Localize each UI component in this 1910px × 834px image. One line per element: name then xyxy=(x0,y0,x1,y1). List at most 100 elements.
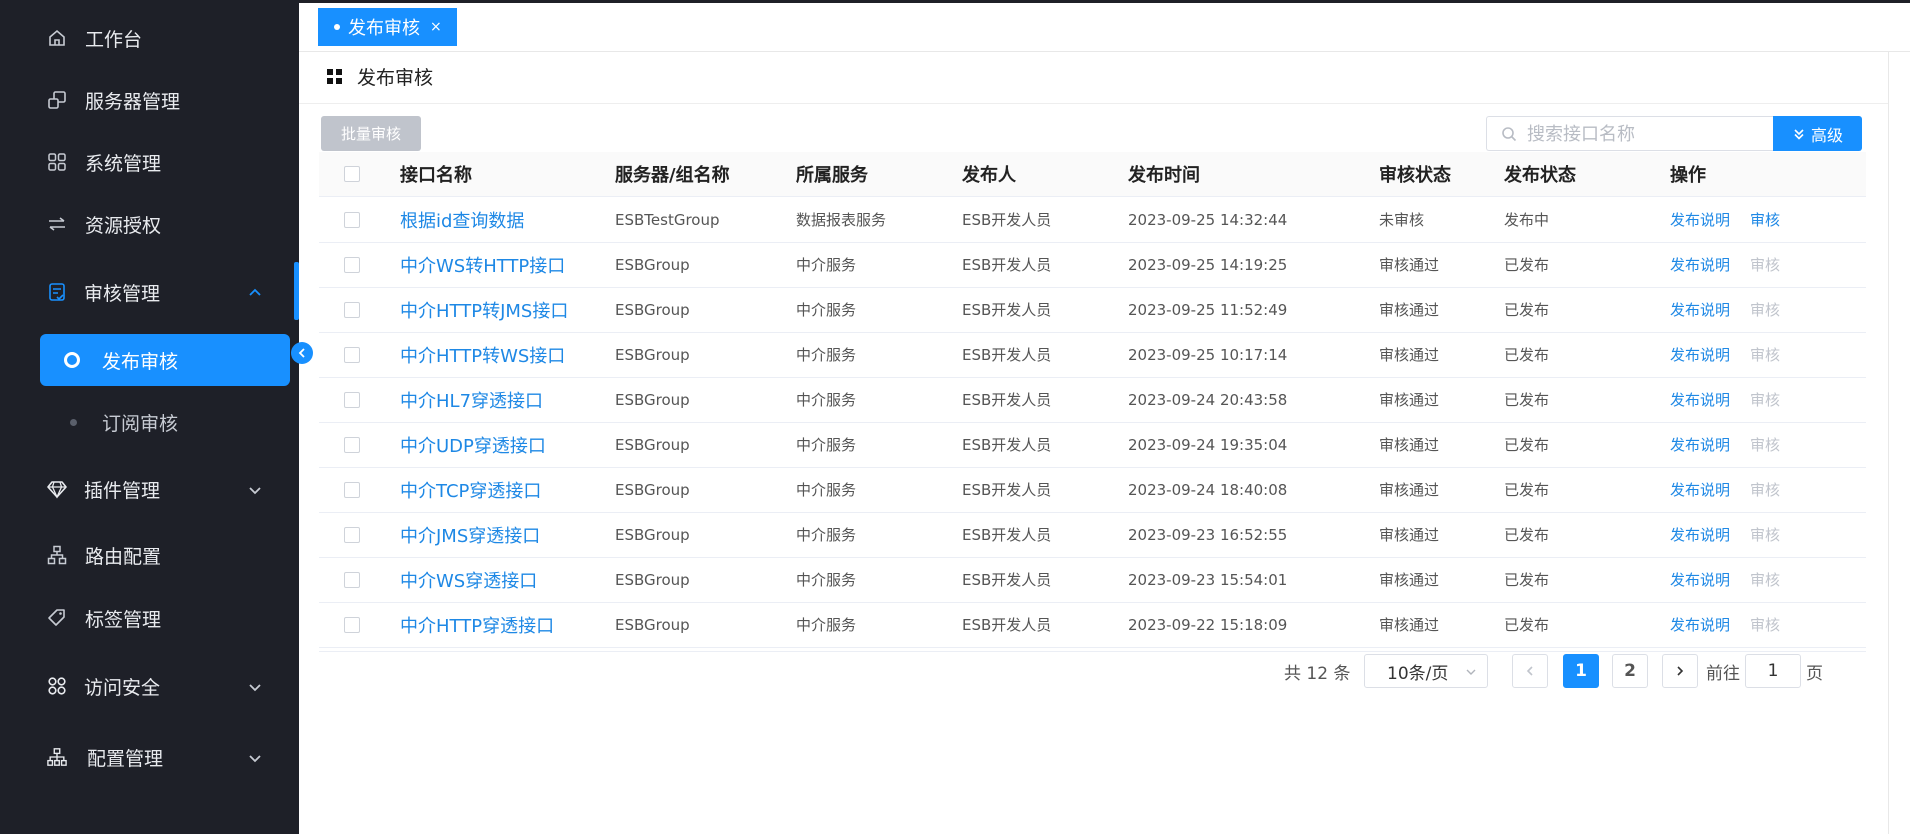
page-size-select[interactable]: 10条/页 xyxy=(1364,654,1488,688)
cell-interface-name[interactable]: 中介HL7穿透接口 xyxy=(400,377,543,422)
cell-interface-name[interactable]: 中介UDP穿透接口 xyxy=(400,422,546,467)
page-size-value: 10条/页 xyxy=(1387,663,1449,684)
tab-close-icon[interactable]: × xyxy=(430,19,442,35)
cell-audit-status: 审核通过 xyxy=(1379,571,1440,589)
cell-publish-time: 2023-09-23 16:52:55 xyxy=(1128,525,1288,544)
publish-note-link[interactable]: 发布说明 xyxy=(1670,287,1730,332)
cell-interface-name[interactable]: 中介HTTP转JMS接口 xyxy=(400,287,568,332)
next-page-button[interactable] xyxy=(1662,654,1698,688)
sidebar-item-config[interactable]: 配置管理 xyxy=(0,737,299,777)
sidebar-item-security[interactable]: 访问安全 xyxy=(0,666,299,706)
publish-note-link[interactable]: 发布说明 xyxy=(1670,602,1730,647)
sidebar-item-audit[interactable]: 审核管理 xyxy=(0,272,299,312)
header-publish-status[interactable]: 发布状态 xyxy=(1504,152,1576,196)
row-checkbox[interactable] xyxy=(344,346,360,363)
page-suffix: 页 xyxy=(1806,663,1823,684)
header-interface-name[interactable]: 接口名称 xyxy=(400,152,472,196)
bullet-icon xyxy=(70,418,77,426)
publish-note-link[interactable]: 发布说明 xyxy=(1670,422,1730,467)
cell-interface-name[interactable]: 中介TCP穿透接口 xyxy=(400,467,541,512)
header-publish-time[interactable]: 发布时间 xyxy=(1128,152,1200,196)
publish-note-link[interactable]: 发布说明 xyxy=(1670,197,1730,242)
goto-page-input[interactable]: 1 xyxy=(1745,654,1801,688)
sidebar-collapse-button[interactable] xyxy=(291,342,313,364)
page-button-1[interactable]: 1 xyxy=(1563,654,1599,688)
row-checkbox[interactable] xyxy=(344,481,360,498)
row-checkbox[interactable] xyxy=(344,571,360,588)
sidebar-subitem-subscribe-audit[interactable]: 订阅审核 xyxy=(40,396,290,448)
table-row: 中介WS转HTTP接口 ESBGroup 中介服务 ESB开发人员 2023-09-25… xyxy=(319,242,1866,288)
cell-service: 中介服务 xyxy=(796,481,857,499)
cell-publisher: ESB开发人员 xyxy=(962,616,1052,634)
publish-note-link[interactable]: 发布说明 xyxy=(1670,557,1730,602)
row-checkbox[interactable] xyxy=(344,616,360,633)
row-checkbox[interactable] xyxy=(344,301,360,318)
header-audit-status[interactable]: 审核状态 xyxy=(1379,152,1451,196)
sidebar-item-workbench[interactable]: 工作台 xyxy=(0,18,299,58)
server-icon xyxy=(47,90,67,110)
cell-publisher: ESB开发人员 xyxy=(962,301,1052,319)
publish-note-link[interactable]: 发布说明 xyxy=(1670,332,1730,377)
pagination-total: 共 12 条 xyxy=(1284,663,1351,684)
cell-publish-time: 2023-09-25 11:52:49 xyxy=(1128,300,1288,319)
sidebar-item-server[interactable]: 服务器管理 xyxy=(0,80,299,120)
publish-note-link[interactable]: 发布说明 xyxy=(1670,377,1730,422)
sidebar-item-tag[interactable]: 标签管理 xyxy=(0,598,299,638)
cell-interface-name[interactable]: 中介HTTP转WS接口 xyxy=(400,332,565,377)
publish-note-link[interactable]: 发布说明 xyxy=(1670,242,1730,287)
scrollbar-track xyxy=(1888,51,1889,834)
tab-dot-icon xyxy=(334,24,340,30)
advanced-search-button[interactable]: 高级 xyxy=(1773,116,1862,151)
sidebar-item-resource[interactable]: 资源授权 xyxy=(0,204,299,244)
row-checkbox[interactable] xyxy=(344,526,360,543)
cell-service: 中介服务 xyxy=(796,616,857,634)
table-row: 中介TCP穿透接口 ESBGroup 中介服务 ESB开发人员 2023-09-24 1… xyxy=(319,467,1866,513)
cell-publish-status: 发布中 xyxy=(1504,211,1550,229)
audit-link: 审核 xyxy=(1750,301,1781,319)
table-bottom-border xyxy=(319,651,1866,652)
table-row: 中介WS穿透接口 ESBGroup 中介服务 ESB开发人员 2023-09-23 15… xyxy=(319,557,1866,603)
cell-publish-time: 2023-09-25 14:32:44 xyxy=(1128,210,1288,229)
cell-publisher: ESB开发人员 xyxy=(962,391,1052,409)
sidebar-item-label: 审核管理 xyxy=(84,282,161,305)
chevron-down-icon xyxy=(1466,669,1476,675)
audit-link: 审核 xyxy=(1750,481,1781,499)
cell-server-group: ESBGroup xyxy=(615,300,690,319)
page-button-2[interactable]: 2 xyxy=(1612,654,1648,688)
tab-publish-audit[interactable]: 发布审核 × xyxy=(318,8,457,46)
sidebar-item-system[interactable]: 系统管理 xyxy=(0,142,299,182)
cell-interface-name[interactable]: 中介WS转HTTP接口 xyxy=(400,242,565,287)
chevron-up-icon xyxy=(247,284,263,300)
cell-interface-name[interactable]: 中介HTTP穿透接口 xyxy=(400,602,554,647)
table-row: 根据id查询数据 ESBTestGroup 数据报表服务 ESB开发人员 2023-09… xyxy=(319,197,1866,243)
row-checkbox[interactable] xyxy=(344,436,360,453)
select-all-checkbox[interactable] xyxy=(344,166,360,182)
cell-server-group: ESBGroup xyxy=(615,615,690,634)
sidebar-item-label: 标签管理 xyxy=(85,608,162,631)
cell-publish-time: 2023-09-23 15:54:01 xyxy=(1128,570,1288,589)
batch-audit-button[interactable]: 批量审核 xyxy=(321,116,421,151)
header-publisher[interactable]: 发布人 xyxy=(962,152,1016,196)
row-checkbox[interactable] xyxy=(344,256,360,273)
search-input[interactable] xyxy=(1525,117,1769,152)
publish-note-link[interactable]: 发布说明 xyxy=(1670,512,1730,557)
row-checkbox[interactable] xyxy=(344,391,360,408)
table-row: 中介HL7穿透接口 ESBGroup 中介服务 ESB开发人员 2023-09-24 2… xyxy=(319,377,1866,423)
prev-page-button[interactable] xyxy=(1512,654,1548,688)
sidebar-item-route[interactable]: 路由配置 xyxy=(0,535,299,575)
audit-link: 审核 xyxy=(1750,526,1781,544)
audit-link[interactable]: 审核 xyxy=(1750,197,1780,242)
publish-note-link[interactable]: 发布说明 xyxy=(1670,467,1730,512)
cell-server-group: ESBGroup xyxy=(615,480,690,499)
cell-interface-name[interactable]: 中介JMS穿透接口 xyxy=(400,512,540,557)
cell-publish-status: 已发布 xyxy=(1504,436,1550,454)
cell-publish-status: 已发布 xyxy=(1504,526,1550,544)
header-service[interactable]: 所属服务 xyxy=(796,152,868,196)
cell-service: 中介服务 xyxy=(796,571,857,589)
header-server-group[interactable]: 服务器/组名称 xyxy=(615,152,730,196)
sidebar-subitem-publish-audit[interactable]: 发布审核 xyxy=(40,334,290,386)
sidebar-item-plugin[interactable]: 插件管理 xyxy=(0,469,299,509)
cell-interface-name[interactable]: 中介WS穿透接口 xyxy=(400,557,537,602)
cell-interface-name[interactable]: 根据id查询数据 xyxy=(400,197,524,242)
row-checkbox[interactable] xyxy=(344,211,360,228)
